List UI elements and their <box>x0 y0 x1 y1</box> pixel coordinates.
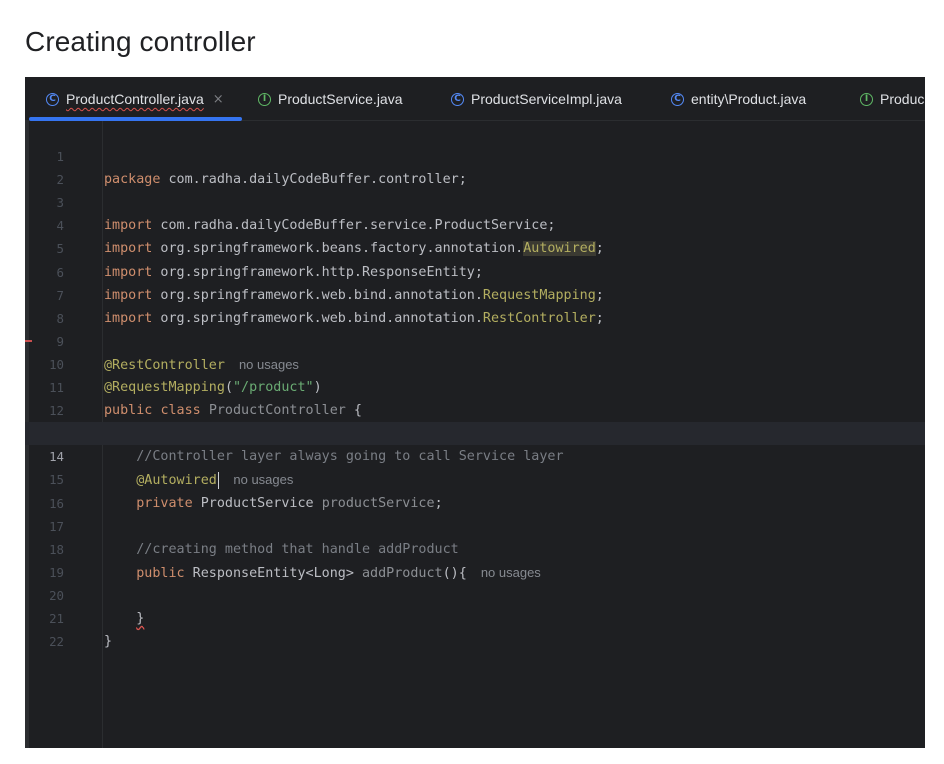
tab-product-truncated[interactable]: I Produc <box>860 77 924 121</box>
tab-entity-product[interactable]: C entity\Product.java <box>671 77 806 121</box>
class-icon: C <box>46 92 59 106</box>
code-line: 11 public class ProductController { <box>25 353 925 418</box>
code-line: 19 <box>25 538 925 580</box>
code-line: 13 //Controller layer always going to ca… <box>25 399 925 464</box>
code-editor: C ProductController.java × I ProductServ… <box>25 77 925 748</box>
code-line: 8 <box>25 284 925 326</box>
code-line: 2 <box>25 145 925 187</box>
code-area[interactable]: 1 package com.radha.dailyCodeBuffer.cont… <box>25 122 925 649</box>
code-line: 22 <box>25 607 925 649</box>
tab-label: ProductService.java <box>278 91 403 107</box>
code-line: 17 //creating method that handle addProd… <box>25 492 925 557</box>
code-line: 7 import org.springframework.web.bind.an… <box>25 261 925 326</box>
interface-icon: I <box>258 92 271 106</box>
code-line: 16 <box>25 468 925 511</box>
page-title: Creating controller <box>25 26 256 57</box>
code-line: 3 import com.radha.dailyCodeBuffer.servi… <box>25 168 925 233</box>
tab-product-service[interactable]: I ProductService.java <box>258 77 403 121</box>
interface-icon: I <box>860 92 873 106</box>
current-code-line: 14 @Autowired no usages <box>25 422 925 489</box>
code-line: 20 } <box>25 561 925 626</box>
tab-label: ProductServiceImpl.java <box>471 91 622 107</box>
tab-label: ProductController.java <box>66 91 204 107</box>
active-tab-indicator <box>29 117 242 121</box>
class-icon: C <box>451 92 464 106</box>
close-icon[interactable]: × <box>213 92 224 107</box>
code-line: 4 import org.springframework.beans.facto… <box>25 191 925 257</box>
class-icon: C <box>671 92 684 106</box>
code-line: 12 <box>25 376 925 418</box>
code-line: 10 @RequestMapping("/product") <box>25 330 925 395</box>
code-line: 18 public ResponseEntity<Long> addProduc… <box>25 515 925 581</box>
code-line: 15 private ProductService productService… <box>25 445 925 510</box>
tab-label: entity\Product.java <box>691 91 807 107</box>
editor-tab-bar: C ProductController.java × I ProductServ… <box>25 77 925 121</box>
code-line: 5 import org.springframework.http.Respon… <box>25 214 925 279</box>
tab-label: Produc <box>880 91 925 107</box>
tab-product-service-impl[interactable]: C ProductServiceImpl.java <box>451 77 622 121</box>
code-line: 1 package com.radha.dailyCodeBuffer.cont… <box>25 122 925 187</box>
tab-product-controller[interactable]: C ProductController.java × <box>46 77 224 121</box>
line-number: 22 <box>49 634 64 650</box>
code-line: 6 import org.springframework.web.bind.an… <box>25 237 925 303</box>
code-line: 9 @RestController no usages <box>25 307 925 373</box>
code-line: 21 } <box>25 584 925 649</box>
